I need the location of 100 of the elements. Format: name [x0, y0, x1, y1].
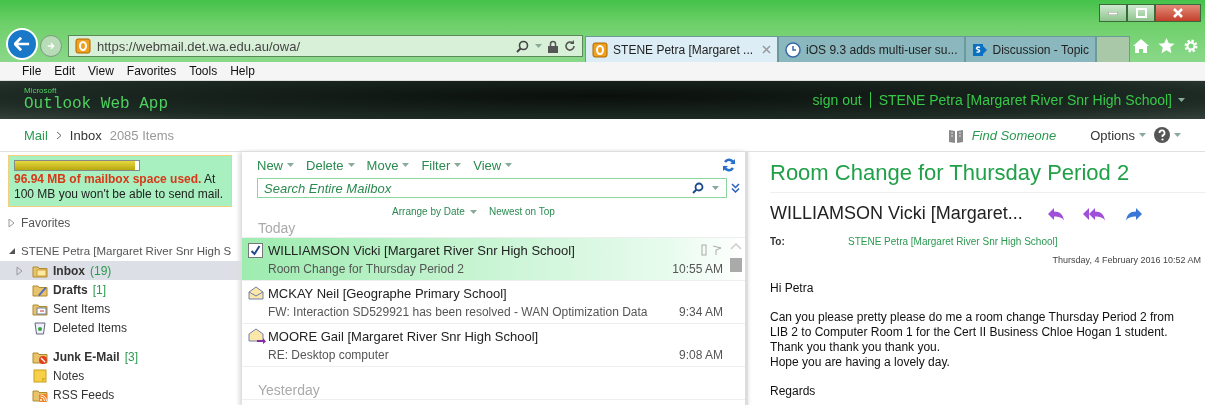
date-group-header: Today	[257, 219, 297, 237]
replied-envelope-icon	[248, 328, 266, 344]
user-menu[interactable]: STENE Petra [Margaret River Snr High School]	[870, 92, 1185, 108]
caret-icon	[1174, 133, 1181, 137]
menu-item[interactable]: Edit	[54, 64, 76, 78]
minimize-icon	[1108, 11, 1118, 15]
forward-button[interactable]	[40, 35, 62, 57]
address-book-icon[interactable]	[947, 127, 964, 143]
breadcrumb-current: Inbox	[69, 127, 102, 143]
close-tab-icon[interactable]	[762, 45, 772, 54]
message-row[interactable]: MCKAY Neil [Geographe Primary School] FW: Interaction SD529921 has been resolved - WAN Optimization Data 9:34 AM	[242, 281, 745, 324]
quota-warning: 96.94 MB of mailbox space used. At 100 MB you won't be able to send mail.	[14, 172, 225, 202]
maximize-button[interactable]	[1127, 4, 1155, 22]
caret-icon	[712, 186, 719, 190]
refresh-icon[interactable]	[722, 158, 736, 172]
search-icon[interactable]	[516, 39, 530, 53]
message-sender: WILLIAMSON Vicki [Margaret River Snr High School]	[268, 242, 576, 258]
email-subject: Room Change for Thursday Period 2	[770, 160, 1205, 193]
brand-caption: Microsoft	[24, 87, 58, 95]
menu-item[interactable]: File	[22, 64, 42, 78]
email-body-text: Hi Petra	[770, 281, 815, 296]
caret-icon	[469, 209, 477, 214]
expand-arrow-icon[interactable]	[8, 219, 16, 227]
reply-icon[interactable]	[1046, 206, 1065, 221]
caret-icon	[454, 163, 462, 167]
reply-all-icon[interactable]	[1082, 206, 1107, 221]
chevron-icon	[55, 130, 62, 140]
star-icon[interactable]	[1158, 38, 1175, 54]
caret-icon	[505, 163, 513, 167]
toolbar-menu[interactable]: View	[473, 157, 513, 173]
message-sender: MCKAY Neil [Geographe Primary School]	[268, 285, 508, 301]
email-body-text: Regards	[770, 384, 817, 399]
browser-tab[interactable]: iOS 9.3 adds multi-user su...	[778, 36, 965, 62]
caret-icon	[287, 163, 294, 167]
refresh-icon[interactable]	[564, 40, 577, 52]
trash-icon	[32, 319, 48, 336]
email-body-text: Can you please pretty please do me a room change Thursday Period 2 from LIB 2 to Computer Room 1 for the Cert II Business Chloe Hogan 1 student.	[770, 310, 1175, 340]
folder-item[interactable]: Junk E-Mail [3]	[0, 337, 242, 366]
arrange-menu[interactable]: Arrange by Date	[392, 206, 477, 217]
open-envelope-icon	[248, 286, 264, 300]
caret-icon	[347, 163, 355, 167]
help-menu[interactable]	[1154, 127, 1181, 143]
browser-tab[interactable]: Discussion - Topic	[964, 36, 1096, 62]
toolbar-menu[interactable]: Move	[366, 157, 410, 173]
options-menu[interactable]: Options	[1090, 127, 1146, 143]
app-logo: Outlook Web App	[24, 95, 169, 113]
back-button[interactable]	[6, 28, 38, 60]
message-subject: Room Change for Thursday Period 2	[268, 262, 465, 276]
folder-group-header[interactable]: Favorites	[0, 213, 242, 233]
folder-item[interactable]: Drafts [1]	[0, 280, 242, 299]
folder-item[interactable]: Deleted Items	[0, 318, 242, 337]
menu-item[interactable]: View	[88, 64, 114, 78]
search-field[interactable]: Search Entire Mailbox	[257, 178, 727, 198]
search-icon[interactable]	[692, 182, 704, 194]
folder-item[interactable]: Notes	[0, 366, 242, 385]
caret-icon	[1139, 133, 1146, 137]
menu-item[interactable]: Tools	[189, 64, 218, 78]
close-icon	[1173, 8, 1183, 18]
browser-tab[interactable]: STENE Petra [Margaret ...	[585, 36, 779, 62]
item-count: 2085 Items	[109, 127, 174, 143]
date-group-header: Yesterday	[257, 381, 321, 399]
message-row[interactable]: MOORE Gail [Margaret River Snr High School] RE: Desktop computer 9:08 AM	[242, 324, 745, 367]
address-bar[interactable]: https://webmail.det.wa.edu.au/owa/	[68, 35, 584, 57]
message-sender: MOORE Gail [Margaret River Snr High School]	[268, 328, 540, 344]
lock-icon	[548, 39, 559, 53]
message-time: 9:34 AM	[678, 305, 723, 319]
arrow-right-icon	[47, 41, 55, 51]
arrow-left-icon	[14, 36, 30, 52]
clock-icon	[785, 41, 802, 58]
email-body-text: Thank you thank you thank you.	[770, 340, 942, 355]
recipient-link[interactable]: STENE Petra [Margaret River Snr High School]	[848, 236, 1058, 247]
toolbar-menu[interactable]: New	[257, 157, 294, 173]
message-time: 9:08 AM	[678, 348, 723, 362]
message-subject: FW: Interaction SD529921 has been resolved - WAN Optimization Data	[268, 305, 649, 319]
find-someone-link[interactable]: Find Someone	[971, 127, 1057, 143]
caret-icon	[535, 44, 543, 48]
forward-icon[interactable]	[1124, 206, 1143, 221]
maximize-icon	[1135, 8, 1147, 18]
expand-icon[interactable]	[731, 183, 740, 193]
checkbox[interactable]	[248, 242, 263, 258]
message-row[interactable]: WILLIAMSON Vicki [Margaret River Snr High School] Room Change for Thursday Period 2 10:55 AM	[242, 238, 745, 281]
collapse-arrow-icon[interactable]	[8, 247, 16, 255]
to-label: To:	[770, 236, 786, 247]
help-icon	[1154, 127, 1170, 143]
folder-item[interactable]: Sent Items	[0, 299, 242, 318]
breadcrumb-link[interactable]: Mail	[24, 127, 48, 143]
email-sender: WILLIAMSON Vicki [Margaret...	[770, 203, 1023, 224]
toolbar-menu[interactable]: Delete	[306, 157, 355, 173]
folder-item[interactable]: Inbox (19)	[0, 261, 242, 280]
folder-group-header[interactable]: STENE Petra [Margaret River Snr High S	[0, 241, 242, 261]
sort-order-link[interactable]: Newest on Top	[488, 206, 555, 217]
caret-icon	[1178, 98, 1185, 102]
close-button[interactable]	[1155, 4, 1201, 22]
sign-out-link[interactable]: sign out	[812, 92, 871, 108]
minimize-button[interactable]	[1099, 4, 1127, 22]
toolbar-menu[interactable]: Filter	[421, 157, 462, 173]
sharepoint-icon	[971, 41, 988, 58]
menu-item[interactable]: Help	[230, 64, 255, 78]
menu-item[interactable]: Favorites	[126, 64, 177, 78]
folder-item[interactable]: RSS Feeds	[0, 385, 242, 404]
